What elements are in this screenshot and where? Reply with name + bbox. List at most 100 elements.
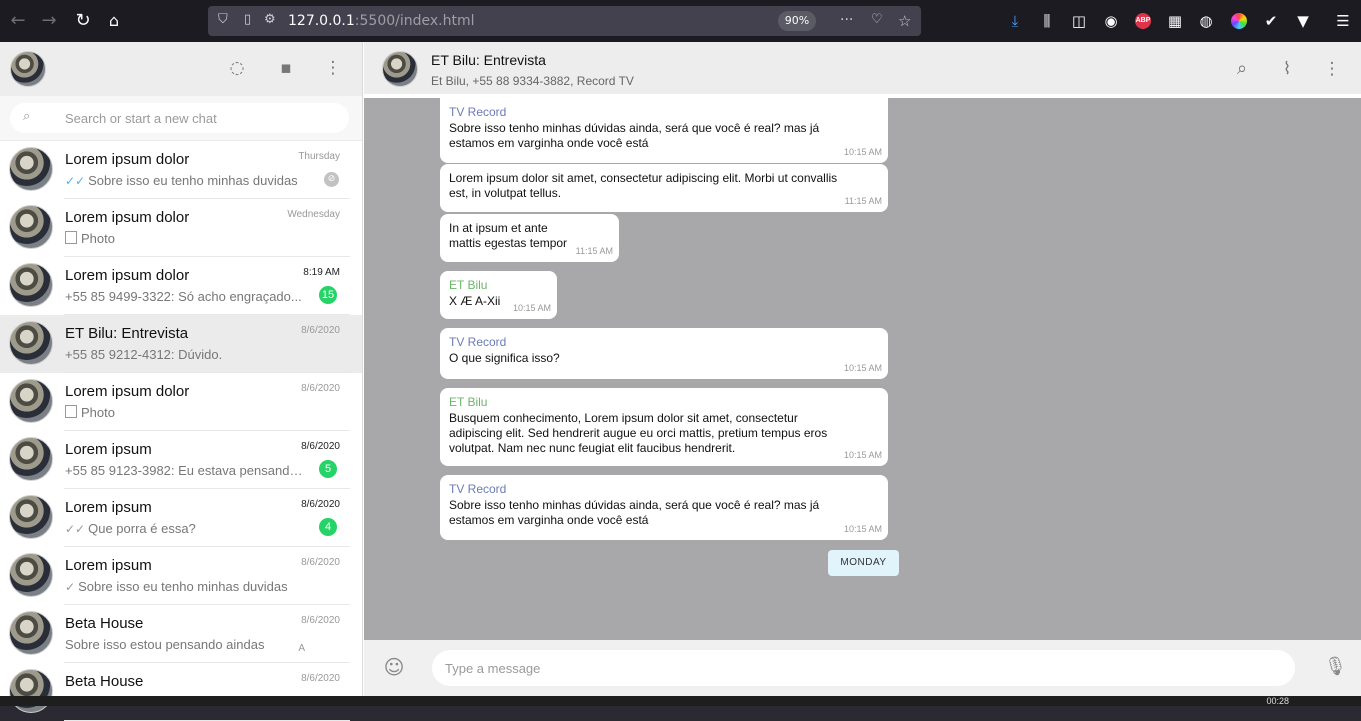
extension-check-icon[interactable]: ✔ [1261, 11, 1281, 31]
message-input[interactable] [432, 650, 1295, 686]
pocket-icon[interactable]: ♡ [871, 12, 883, 27]
chat-list-item[interactable]: Beta House 8/6/2020 Sobre isso estou pensa… [0, 605, 362, 663]
whatsapp-app: ◌ ▪ ⋮ ⌕ Lorem ipsum dolorThursday✓✓Sobre… [0, 42, 1361, 721]
chat-preview: ✓✓ Que porra é essa? [65, 521, 305, 536]
microphone-icon[interactable]: 🎙 [1324, 655, 1347, 679]
chat-name: Lorem ipsum dolor [65, 383, 190, 400]
new-chat-icon[interactable]: ▪ [275, 57, 297, 79]
chat-preview: ✓✓ Sobre isso eu tenho minhas duvidas [65, 173, 305, 188]
chat-name: Lorem ipsum dolor [65, 267, 190, 284]
library-icon[interactable]: ⫼ [1037, 11, 1057, 31]
extension-globe-icon[interactable]: ◍ [1196, 11, 1216, 31]
chat-list-item[interactable]: Lorem ipsum dolor Wednesday Photo [0, 199, 362, 257]
adblock-icon[interactable]: ABP [1135, 13, 1151, 29]
chat-preview-text: Photo [81, 405, 115, 420]
shield-icon[interactable]: ⛉ [218, 12, 228, 27]
chat-list-item[interactable]: Lorem ipsum dolor 8/6/2020 Photo [0, 373, 362, 431]
message-time: 10:15 AM [843, 147, 882, 157]
sidebar-header: ◌ ▪ ⋮ [0, 42, 362, 96]
chat-time: 8/6/2020 [301, 557, 340, 568]
bookmark-star-icon[interactable]: ☆ [898, 12, 911, 30]
message-area[interactable]: MONDAY TV Record Sobre isso tenho minhas … [364, 98, 1361, 640]
message-bubble[interactable]: Lorem ipsum dolor sit amet, consectetur … [440, 164, 888, 212]
chat-preview-text: +55 85 9212-4312: Dúvido. [65, 347, 223, 362]
chat-avatar [9, 379, 53, 423]
message-bubble[interactable]: ET Bilu X Æ A-Xii 10:15 AM [440, 271, 557, 319]
message-bubble[interactable]: In at ipsum et ante mattis egestas tempo… [440, 214, 619, 262]
chat-avatar [9, 669, 53, 713]
account-icon[interactable]: ◉ [1101, 11, 1121, 31]
status-icon[interactable]: ◌ [226, 57, 248, 79]
back-arrow-icon[interactable]: ← [7, 10, 29, 32]
chat-preview-text: +55 85 9499-3322: Só acho engraçado... [65, 289, 302, 304]
more-actions-icon[interactable]: ··· [840, 12, 853, 28]
chat-preview: +55 85 9123-3982: Eu estava pensando... [65, 463, 305, 478]
url-bar[interactable]: ⛉ ▯ ⚙ 127.0.0.1:5500/index.html 90% ··· … [208, 6, 921, 36]
chat-preview: ✓ Sobre isso eu tenho minhas duvidas [65, 579, 305, 594]
photo-icon [65, 231, 77, 244]
message-bubble[interactable]: TV Record Sobre isso tenho minhas dúvidas… [440, 98, 888, 163]
permissions-icon[interactable]: ⚙ [264, 12, 276, 27]
read-ticks-icon: ✓✓ [65, 174, 86, 188]
message-text: O que significa isso? [449, 351, 560, 365]
user-avatar[interactable] [10, 51, 46, 87]
extension-v-icon[interactable]: ▼ [1293, 11, 1313, 31]
chat-time: 8/6/2020 [301, 325, 340, 336]
message-bubble[interactable]: ET Bilu Busquem conhecimento, Lorem ipsum… [440, 388, 888, 466]
search-messages-icon[interactable]: ⌕ [1231, 58, 1253, 80]
sidebar-icon[interactable]: ◫ [1069, 11, 1089, 31]
chat-preview: +55 85 9499-3322: Só acho engraçado... [65, 289, 305, 304]
chat-avatar [9, 495, 53, 539]
menu-dots-icon[interactable]: ⋮ [1321, 58, 1343, 80]
search-input[interactable] [65, 103, 335, 133]
message-text: Sobre isso tenho minhas dúvidas ainda, s… [449, 121, 820, 150]
chat-list-item[interactable]: Lorem ipsum 8/6/2020 ✓✓ Que porra é essa? 4 [0, 489, 362, 547]
chat-time: Wednesday [287, 209, 340, 220]
chat-list-item[interactable]: Beta House 8/6/2020 [0, 663, 362, 721]
chat-list-item[interactable]: Lorem ipsum dolor Thursday ✓✓ Sobre isso eu… [0, 141, 362, 199]
chat-time: 8/6/2020 [301, 499, 340, 510]
message-sender: TV Record [449, 105, 507, 119]
menu-dots-icon[interactable]: ⋮ [322, 57, 344, 79]
chat-avatar [9, 611, 53, 655]
taskbar-clock: 00:28 [1266, 696, 1289, 706]
search-box[interactable]: ⌕ [10, 103, 349, 133]
chat-preview: Photo [65, 231, 305, 246]
extension-icon[interactable]: ▦ [1165, 11, 1185, 31]
color-picker-icon[interactable] [1231, 13, 1247, 29]
message-bubble[interactable]: TV Record O que significa isso? 10:15 AM [440, 328, 888, 379]
message-sender: TV Record [449, 335, 507, 349]
conversation-panel: ET Bilu: Entrevista Et Bilu, +55 88 9334… [364, 42, 1361, 696]
chat-preview-text: Sobre isso estou pensando aindas [65, 637, 265, 652]
menu-hamburger-icon[interactable]: ☰ [1333, 11, 1353, 31]
page-icon: ▯ [244, 12, 252, 27]
chat-preview-text: Photo [81, 231, 115, 246]
chat-name: ET Bilu: Entrevista [65, 325, 189, 342]
chat-time: 8/6/2020 [301, 673, 340, 684]
chat-list-item[interactable]: ET Bilu: Entrevista 8/6/2020 +55 85 9212-4… [0, 315, 362, 373]
chat-time: 8/6/2020 [301, 615, 340, 626]
chat-avatar [9, 437, 53, 481]
chat-name: Lorem ipsum [65, 557, 152, 574]
chat-list-item[interactable]: Lorem ipsum 8/6/2020 ✓ Sobre isso eu tenho … [0, 547, 362, 605]
conversation-header[interactable]: ET Bilu: Entrevista Et Bilu, +55 88 9334… [364, 42, 1361, 96]
contact-avatar[interactable] [382, 51, 418, 87]
chat-list-item[interactable]: Lorem ipsum dolor 8:19 AM +55 85 9499-3322… [0, 257, 362, 315]
chat-list-item[interactable]: Lorem ipsum 8/6/2020 +55 85 9123-3982: Eu … [0, 431, 362, 489]
message-text: Sobre isso tenho minhas dúvidas ainda, s… [449, 498, 820, 527]
reload-icon[interactable]: ↻ [72, 10, 94, 32]
download-icon[interactable]: ⤓ [1005, 11, 1025, 31]
forward-arrow-icon[interactable]: → [38, 10, 60, 32]
chat-preview: +55 85 9212-4312: Dúvido. [65, 347, 305, 362]
emoji-icon[interactable]: ☺ [382, 655, 406, 679]
unread-count-badge: 5 [319, 460, 337, 478]
home-icon[interactable]: ⌂ [103, 10, 125, 32]
chat-name: Lorem ipsum dolor [65, 151, 190, 168]
url-text[interactable]: 127.0.0.1:5500/index.html [288, 13, 475, 29]
chat-avatar [9, 553, 53, 597]
muted-icon: ⊘ [324, 172, 339, 187]
attach-icon[interactable]: ⌇ [1276, 58, 1298, 80]
message-time: 11:15 AM [575, 246, 613, 256]
message-bubble[interactable]: TV Record Sobre isso tenho minhas dúvidas… [440, 475, 888, 540]
zoom-level-badge[interactable]: 90% [778, 11, 816, 31]
